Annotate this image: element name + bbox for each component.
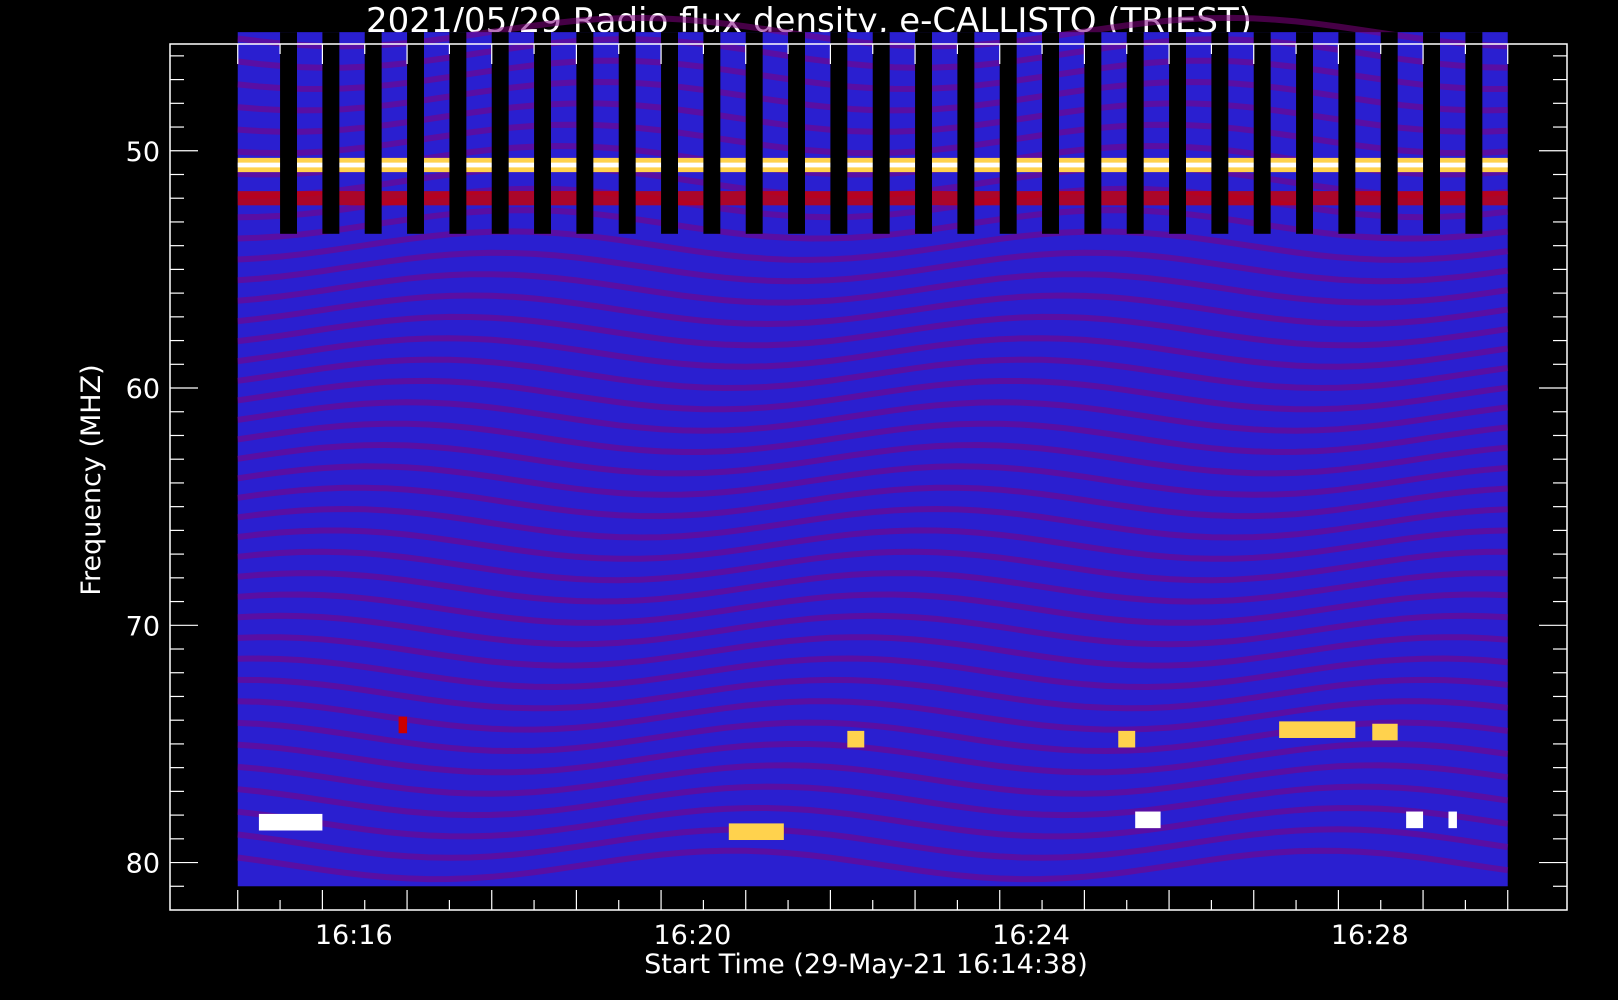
burst (258, 813, 323, 831)
burst (1135, 811, 1161, 829)
data-gap (915, 32, 932, 234)
plot-area (237, 14, 1509, 887)
data-gap (703, 32, 721, 234)
data-gap (661, 32, 678, 234)
burst (398, 716, 408, 734)
spectrogram-chart: 2021/05/29 Radio flux density, e-CALLIST… (0, 0, 1618, 1000)
data-gap (788, 32, 805, 234)
data-gap (1253, 32, 1271, 234)
data-gap (1169, 32, 1186, 234)
burst (1406, 811, 1424, 829)
data-gap (534, 32, 551, 234)
data-gap (1126, 32, 1144, 234)
x-tick-label: 16:24 (992, 920, 1070, 951)
data-gap (364, 32, 382, 234)
y-axis-label: Frequency (MHZ) (76, 364, 107, 595)
data-gap (618, 32, 636, 234)
data-gap (1211, 32, 1229, 234)
burst (1279, 721, 1356, 738)
data-gap (1338, 32, 1356, 234)
data-gap (1465, 32, 1483, 234)
data-gap (576, 32, 594, 234)
x-tick-label: 16:20 (653, 920, 731, 951)
data-gap (1042, 32, 1059, 234)
data-gap (957, 32, 975, 234)
data-gap (830, 32, 848, 234)
burst (1448, 811, 1457, 829)
data-gap (1296, 32, 1313, 234)
x-tick-label: 16:28 (1331, 920, 1409, 951)
y-tick-label: 50 (126, 137, 160, 168)
x-tick-label: 16:16 (315, 920, 393, 951)
x-axis-label: Start Time (29-May-21 16:14:38) (644, 949, 1088, 980)
data-gap (449, 32, 467, 234)
data-gap (1380, 32, 1398, 234)
burst (1118, 730, 1136, 748)
y-tick-label: 70 (126, 611, 160, 642)
data-gap (1084, 32, 1102, 234)
data-gap (280, 32, 297, 234)
data-gap (1423, 32, 1440, 234)
data-gap (745, 32, 763, 234)
burst (1372, 723, 1398, 741)
data-gap (491, 32, 509, 234)
y-tick-label: 80 (126, 849, 160, 880)
burst (847, 730, 865, 748)
y-tick-label: 60 (126, 374, 160, 405)
data-gap (999, 32, 1017, 234)
data-gap (872, 32, 890, 234)
data-gap (407, 32, 424, 234)
burst (728, 823, 784, 841)
data-gap (322, 32, 340, 234)
